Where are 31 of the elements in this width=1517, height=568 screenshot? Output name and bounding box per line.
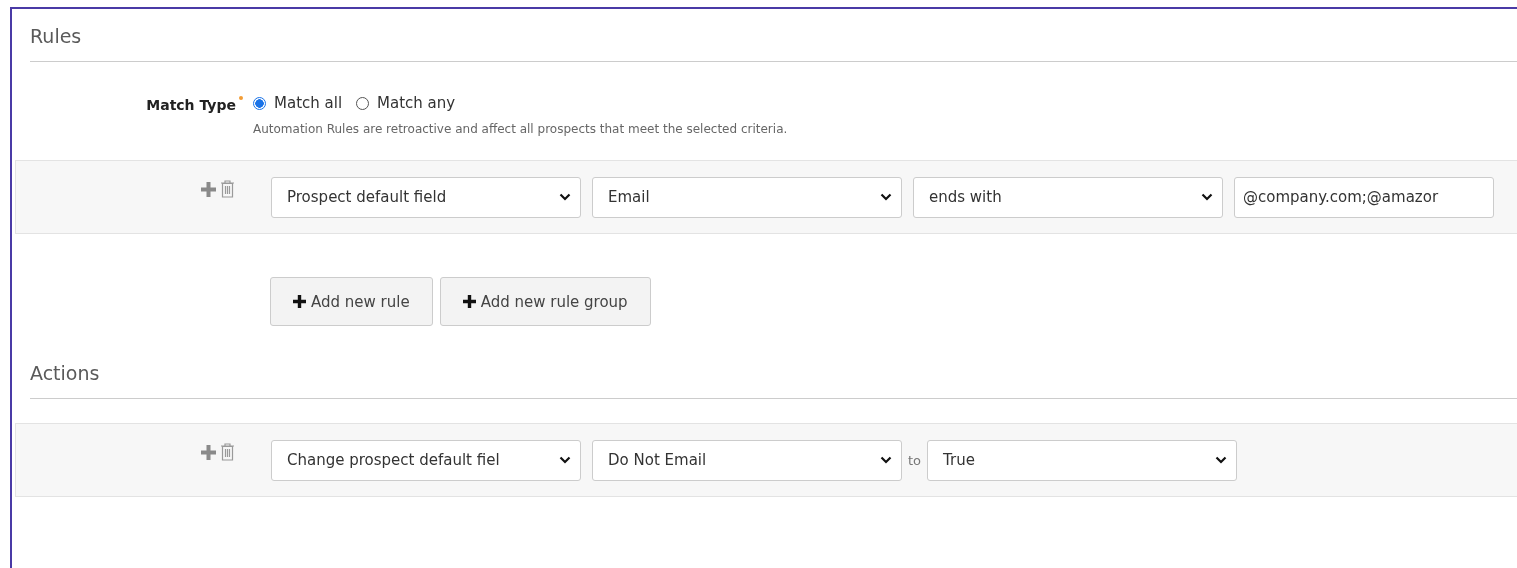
plus-icon — [462, 295, 476, 308]
input-field[interactable]: @company.com;@amazor — [1234, 176, 1494, 218]
chevron-down-icon — [1201, 193, 1213, 201]
trash-icon[interactable] — [220, 180, 235, 198]
select-dropdown[interactable]: Do Not Email — [592, 439, 902, 481]
chevron-down-icon — [1215, 456, 1228, 464]
chevron-down-icon — [880, 193, 892, 201]
select-dropdown[interactable]: Change prospect default fiel — [271, 439, 581, 481]
trash-icon[interactable] — [220, 443, 235, 461]
radio-option[interactable]: Match all — [253, 94, 343, 112]
plus-icon — [293, 295, 306, 308]
chevron-down-icon — [559, 193, 571, 201]
add-icon[interactable] — [201, 181, 216, 197]
radio-option[interactable]: Match any — [356, 94, 456, 112]
select-dropdown[interactable]: Prospect default field — [271, 176, 581, 218]
add-icon[interactable] — [201, 444, 216, 460]
chevron-down-icon — [880, 456, 892, 464]
chevron-down-icon — [559, 456, 571, 464]
select-dropdown[interactable]: Email — [592, 176, 902, 218]
help-text: Automation Rules are retroactive and affect all prospects that meet the selected criteria. — [253, 122, 788, 136]
select-dropdown[interactable]: True — [927, 439, 1238, 481]
add-button[interactable]: Add new rule group — [439, 277, 651, 326]
radio-label: Match any — [377, 94, 456, 112]
connector-text: to — [908, 452, 922, 468]
select-dropdown[interactable]: ends with — [913, 176, 1223, 218]
section-heading: Actions — [30, 362, 1517, 399]
radio-button[interactable] — [253, 96, 266, 110]
radio-label: Match all — [274, 94, 343, 112]
add-button[interactable]: Add new rule — [270, 277, 433, 326]
field-label: Match Type — [146, 96, 236, 113]
section-heading: Rules — [30, 25, 1517, 62]
